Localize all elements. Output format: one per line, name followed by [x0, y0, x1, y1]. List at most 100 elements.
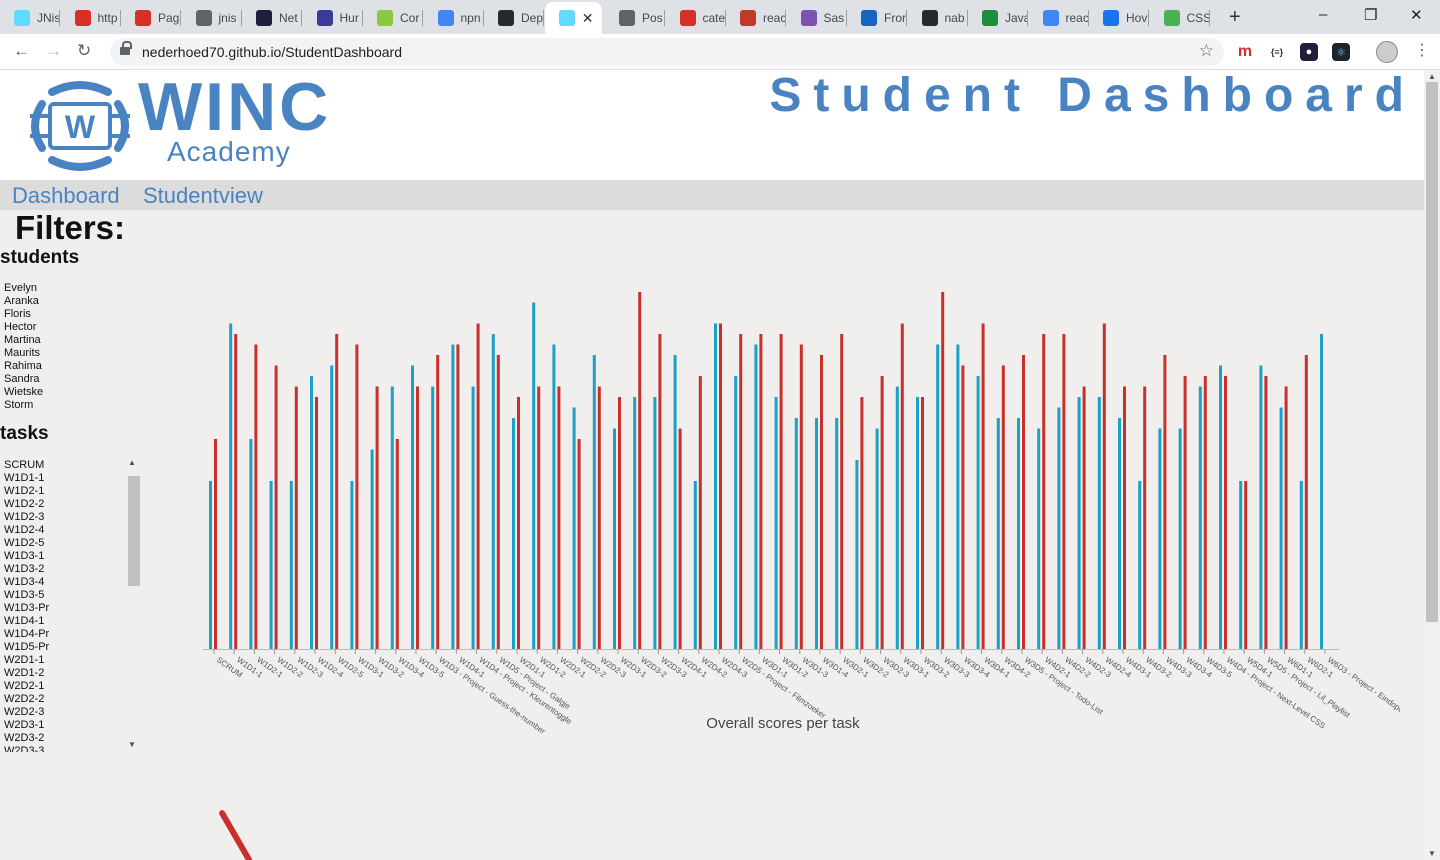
student-option[interactable]: Maurits	[4, 347, 43, 360]
browser-tab[interactable]: Sas	[787, 5, 847, 30]
task-option[interactable]: W2D2-1	[4, 680, 49, 693]
student-option[interactable]: Wietske	[4, 386, 43, 399]
browser-tab[interactable]: reac	[1029, 5, 1089, 30]
browser-tab[interactable]: Net	[242, 5, 302, 30]
filters-heading: Filters:	[15, 209, 126, 246]
url-text[interactable]: nederhoed70.github.io/StudentDashboard	[142, 44, 402, 60]
browser-tab[interactable]: JNis	[0, 5, 60, 30]
page-scrollbar-thumb[interactable]	[1426, 82, 1438, 622]
task-option[interactable]: W2D2-2	[4, 693, 49, 706]
task-option[interactable]: SCRUM	[4, 459, 49, 472]
browser-tab[interactable]: npn	[424, 5, 484, 30]
bar-series-b	[916, 397, 919, 649]
task-option[interactable]: W2D2-3	[4, 706, 49, 719]
new-tab-button[interactable]: +	[1229, 6, 1241, 29]
bar-series-a	[597, 386, 601, 649]
browser-tab-label: Pag	[158, 10, 180, 25]
task-option[interactable]: W1D3-5	[4, 589, 49, 602]
student-option[interactable]: Aranka	[4, 295, 43, 308]
page-scrollbar[interactable]: ▲ ▼	[1424, 70, 1440, 860]
task-option[interactable]: W1D2-2	[4, 498, 49, 511]
bar-series-b	[774, 397, 778, 649]
minimize-button[interactable]: –	[1319, 6, 1327, 23]
browser-tab[interactable]: cate	[666, 5, 726, 30]
student-option[interactable]: Hector	[4, 321, 43, 334]
students-select[interactable]: Evelyn Aranka Floris Hector Martina Maurits Ra…	[4, 282, 43, 412]
scroll-down-arrow-icon[interactable]: ▼	[128, 740, 136, 749]
bookmark-star-icon[interactable]: ☆	[1199, 41, 1214, 61]
bar-series-a	[1224, 376, 1227, 649]
task-option[interactable]: W1D3-1	[4, 550, 49, 563]
browser-tab[interactable]: reac	[726, 5, 786, 30]
close-window-button[interactable]: ✕	[1410, 6, 1423, 24]
browser-tab[interactable]: jnis	[182, 5, 242, 30]
student-option[interactable]: Storm	[4, 399, 43, 412]
task-option[interactable]: W2D3-1	[4, 719, 49, 732]
forward-arrow-icon[interactable]: →	[45, 41, 62, 61]
close-tab-icon[interactable]: ✕	[582, 10, 594, 27]
bar-series-a	[375, 386, 379, 649]
browser-tab[interactable]: Java	[968, 5, 1028, 30]
browser-tab[interactable]: ✕	[544, 2, 602, 34]
extension-json-icon[interactable]: {≡}	[1268, 43, 1286, 61]
bar-series-b	[572, 407, 576, 649]
winc-logo[interactable]: W	[20, 76, 140, 181]
restore-button[interactable]: ❐	[1364, 6, 1377, 24]
task-option[interactable]: W2D3-2	[4, 732, 49, 745]
task-option[interactable]: W1D3-4	[4, 576, 49, 589]
browser-tab[interactable]: Hur	[303, 5, 363, 30]
extension-react-icon[interactable]: ⚛	[1332, 43, 1350, 61]
browser-tab[interactable]: http	[61, 5, 121, 30]
browser-tab[interactable]: Fror	[847, 5, 907, 30]
tasks-scrollbar-thumb[interactable]	[128, 476, 140, 586]
student-option[interactable]: Rahima	[4, 360, 43, 373]
browser-tab[interactable]: Dep	[484, 5, 544, 30]
browser-tab[interactable]: Hov	[1089, 5, 1149, 30]
task-option[interactable]: W1D2-3	[4, 511, 49, 524]
task-option[interactable]: W1D2-5	[4, 537, 49, 550]
reload-icon[interactable]: ↻	[77, 41, 91, 61]
task-option[interactable]: W1D5-Pr	[4, 641, 49, 654]
task-option[interactable]: W1D3-Pr	[4, 602, 49, 615]
bar-series-b	[875, 428, 879, 649]
bar-series-a	[638, 292, 642, 649]
student-option[interactable]: Martina	[4, 334, 43, 347]
bar-series-b	[855, 460, 859, 649]
menu-kebab-icon[interactable]: ⋮	[1414, 40, 1430, 60]
nav-dashboard-link[interactable]: Dashboard	[12, 183, 120, 209]
bar-series-b	[895, 386, 899, 649]
task-option[interactable]: W1D2-1	[4, 485, 49, 498]
task-option[interactable]: W2D3-3	[4, 745, 49, 752]
task-option[interactable]: W2D1-2	[4, 667, 49, 680]
task-option[interactable]: W1D1-1	[4, 472, 49, 485]
browser-tab[interactable]: Pag	[121, 5, 181, 30]
browser-tab[interactable]: nab	[908, 5, 968, 30]
task-option[interactable]: W1D2-4	[4, 524, 49, 537]
tab-separator	[543, 10, 544, 26]
bar-series-b	[1178, 428, 1182, 649]
browser-tab[interactable]: Cor	[363, 5, 423, 30]
bar-series-a	[961, 365, 965, 649]
address-bar[interactable]: nederhoed70.github.io/StudentDashboard ☆	[110, 38, 1224, 66]
avatar[interactable]	[1376, 41, 1398, 63]
nav-studentview-link[interactable]: Studentview	[143, 183, 263, 209]
page-scroll-down-icon[interactable]: ▼	[1428, 849, 1436, 858]
student-option[interactable]: Sandra	[4, 373, 43, 386]
page-scroll-up-icon[interactable]: ▲	[1428, 72, 1436, 81]
scroll-up-arrow-icon[interactable]: ▲	[128, 458, 136, 467]
task-option[interactable]: W1D4-1	[4, 615, 49, 628]
task-option[interactable]: W1D3-2	[4, 563, 49, 576]
browser-tab-label: Cor	[400, 10, 420, 25]
extension-netlify-icon[interactable]: ●	[1300, 43, 1318, 61]
task-option[interactable]: W2D1-1	[4, 654, 49, 667]
back-arrow-icon[interactable]: ←	[13, 41, 30, 61]
tasks-select[interactable]: SCRUM W1D1-1 W1D2-1 W1D2-2 W1D2-3 W1D2-4 W1D2-…	[0, 456, 142, 752]
tasks-options[interactable]: SCRUM W1D1-1 W1D2-1 W1D2-2 W1D2-3 W1D2-4 W1D2-…	[4, 459, 49, 752]
student-option[interactable]: Evelyn	[4, 282, 43, 295]
extension-m-icon[interactable]: m	[1236, 43, 1254, 61]
browser-tab[interactable]: Pos	[605, 5, 665, 30]
task-option[interactable]: W1D4-Pr	[4, 628, 49, 641]
bar-series-b	[613, 428, 616, 649]
browser-tab[interactable]: CSS	[1150, 5, 1210, 30]
student-option[interactable]: Floris	[4, 308, 43, 321]
